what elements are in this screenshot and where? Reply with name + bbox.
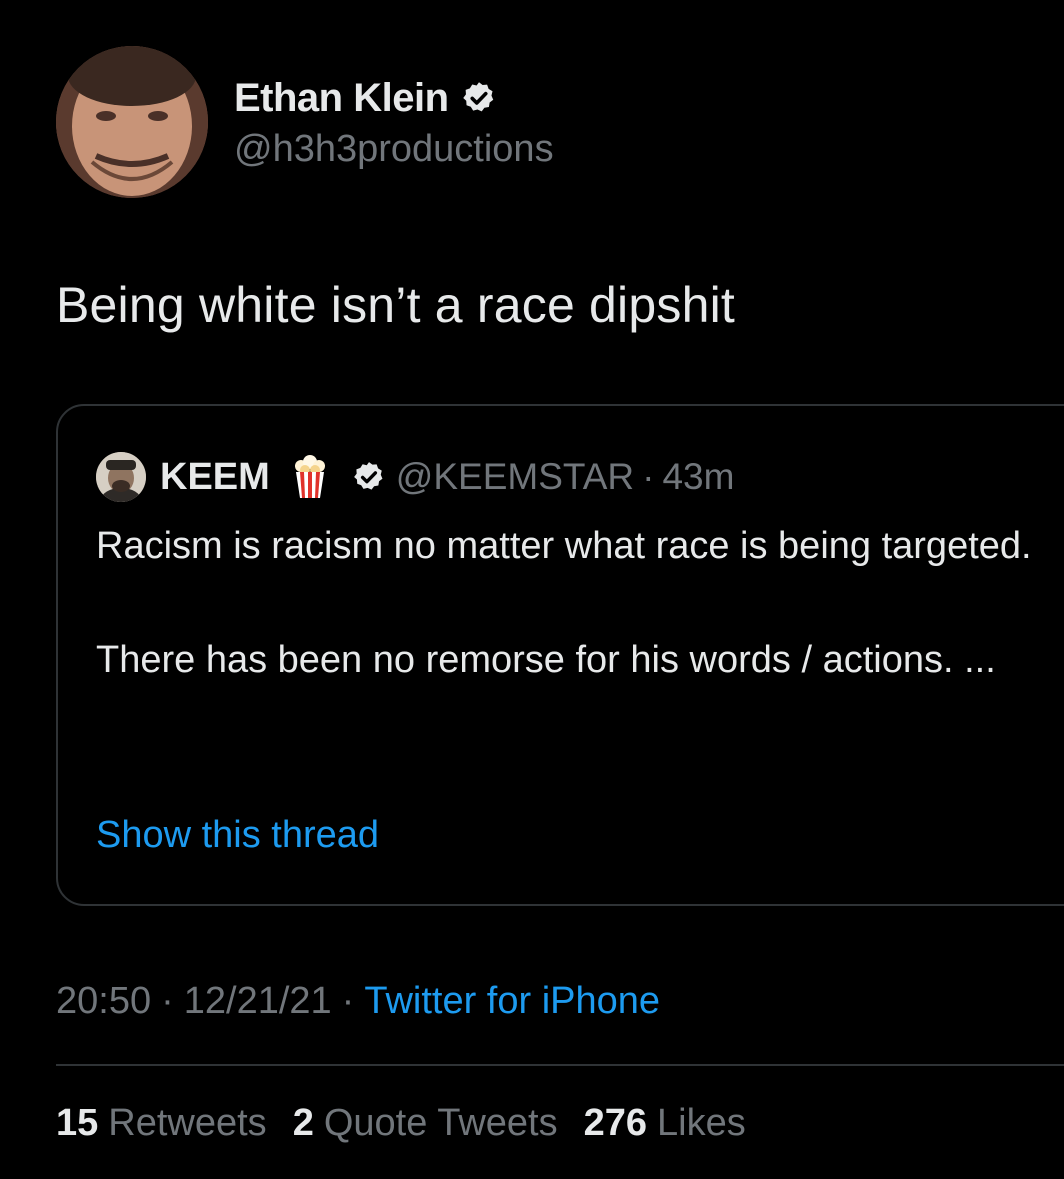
quote-tweets-stat[interactable]: 2 Quote Tweets: [293, 1102, 558, 1145]
retweets-count: 15: [56, 1102, 99, 1144]
likes-stat[interactable]: 276 Likes: [584, 1102, 746, 1145]
verified-badge-icon: [352, 460, 386, 494]
quoted-tweet-time[interactable]: 43m: [662, 456, 734, 498]
tweet-date[interactable]: 12/21/21: [184, 980, 332, 1023]
popcorn-icon: [290, 454, 330, 500]
retweets-stat[interactable]: 15 Retweets: [56, 1102, 267, 1145]
quote-tweets-label: Quote Tweets: [323, 1102, 558, 1144]
likes-count: 276: [583, 1102, 648, 1144]
quoted-author-handle[interactable]: @KEEMSTAR: [396, 456, 634, 498]
author-name-row: Ethan Klein: [234, 74, 497, 122]
author-name[interactable]: Ethan Klein: [234, 76, 449, 121]
likes-label: Likes: [657, 1102, 746, 1144]
tweet: Ethan Klein @h3h3productions Being white…: [0, 0, 1064, 1179]
quoted-author-avatar[interactable]: [96, 452, 146, 502]
tweet-source-link[interactable]: Twitter for iPhone: [364, 980, 660, 1023]
tweet-text: Being white isn’t a race dipshit: [56, 277, 735, 333]
meta-separator: ·: [341, 980, 355, 1022]
show-thread-link[interactable]: Show this thread: [96, 814, 379, 857]
quoted-tweet-paragraph: Racism is racism no matter what race is …: [96, 525, 1032, 567]
author-handle[interactable]: @h3h3productions: [234, 128, 554, 171]
quoted-tweet-card[interactable]: KEEM @KEEMSTAR · 43m Racism is racism no…: [56, 404, 1064, 906]
meta-separator: ·: [161, 980, 174, 1022]
retweets-label: Retweets: [108, 1102, 267, 1144]
quoted-tweet-paragraph: There has been no remorse for his words …: [96, 639, 996, 681]
quoted-tweet-body: Racism is racism no matter what race is …: [96, 518, 1036, 689]
tweet-meta: 20:50 · 12/21/21 · Twitter for iPhone: [56, 980, 660, 1023]
quoted-tweet-header: KEEM @KEEMSTAR · 43m: [96, 450, 734, 504]
divider: [56, 1064, 1064, 1066]
tweet-stats: 15 Retweets 2 Quote Tweets 276 Likes: [56, 1102, 772, 1145]
tweet-time[interactable]: 20:50: [56, 980, 151, 1023]
avatar-photo-icon: [56, 46, 208, 198]
author-avatar[interactable]: [56, 46, 208, 198]
quoted-author-name[interactable]: KEEM: [160, 456, 270, 499]
quote-tweets-count: 2: [292, 1102, 314, 1144]
quoted-meta-separator: ·: [642, 456, 655, 497]
avatar-photo-icon: [96, 452, 146, 502]
verified-badge-icon: [461, 80, 497, 116]
